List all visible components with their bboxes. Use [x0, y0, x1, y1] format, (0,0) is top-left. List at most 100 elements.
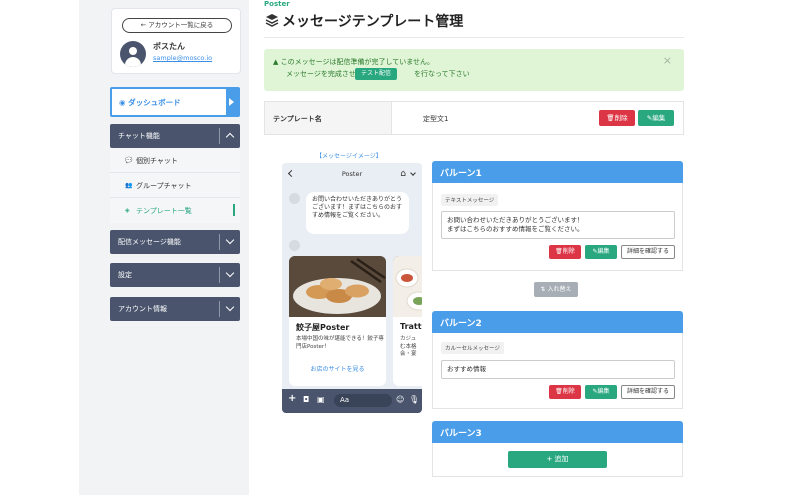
- edit-label: 編集: [597, 388, 610, 395]
- sidebar-item-label: 個別チャット: [136, 157, 178, 165]
- plus-icon: +: [288, 393, 297, 404]
- balloon-2-header: バルーン2: [432, 311, 683, 333]
- edit-balloon-button[interactable]: ✎編集: [585, 385, 617, 399]
- carousel-card: 餃子屋Poster 本場中国の味が堪能できる！餃子専門店Poster！ お店のサ…: [289, 256, 386, 386]
- home-icon: ⌂: [400, 169, 406, 179]
- dashboard-icon: ◉: [119, 98, 129, 107]
- delete-label: 削除: [562, 388, 575, 395]
- trash-icon: 🗑: [555, 248, 563, 255]
- card-title: 餃子屋Poster: [296, 323, 350, 332]
- alert-text: このメッセージは配信準備が完了していません。: [280, 58, 435, 66]
- dashboard-label: ◉ ダッシュボード: [119, 97, 181, 108]
- chevron-down-icon[interactable]: [225, 235, 235, 245]
- sidebar-item-broadcast[interactable]: 配信メッセージ機能: [110, 230, 240, 254]
- layers-icon: [265, 14, 279, 27]
- delete-balloon-button[interactable]: 🗑削除: [549, 245, 581, 259]
- message-content: おすすめ情報: [441, 360, 675, 379]
- balloon-2-body: カルーセルメッセージ おすすめ情報 🗑削除 ✎編集 詳細を確認する: [432, 333, 683, 409]
- divider: [219, 267, 220, 283]
- warning-alert: ▲ このメッセージは配信準備が完了していません。 メッセージを完成させて テスト…: [264, 49, 684, 91]
- phone-topbar: Poster ⌂: [282, 163, 422, 185]
- edit-label: 編集: [597, 248, 610, 255]
- phone-input-bar: + ◘ ▣ Aa ☺ 🎙: [282, 389, 422, 413]
- alert-line-2-post: を行なって下さい: [414, 70, 470, 78]
- alert-line-2-pre: メッセージを完成させて: [286, 70, 363, 78]
- sidebar-item-group-chat[interactable]: 👥 グループチャット: [110, 173, 240, 198]
- divider: [219, 301, 220, 317]
- template-name-row: テンプレート名 定型文1 🗑削除 ✎編集: [264, 101, 684, 135]
- sidebar-item-label: テンプレート一覧: [136, 207, 192, 215]
- swap-button[interactable]: ⇅ 入れ替え: [534, 282, 578, 297]
- user-card: ← アカウント一覧に戻る ポスたん sample@mosco.io: [111, 8, 241, 74]
- sidebar-item-template-list[interactable]: ◈ テンプレート一覧: [110, 198, 240, 223]
- balloon-title: バルーン3: [440, 429, 482, 439]
- sidebar-item-individual-chat[interactable]: 💬 個別チャット: [110, 148, 240, 173]
- card-title: Tratt: [400, 322, 422, 331]
- bot-avatar: [289, 193, 300, 204]
- template-name-header: テンプレート名: [265, 102, 392, 134]
- template-name-label: テンプレート名: [273, 115, 322, 123]
- avatar-body: [125, 57, 141, 67]
- page-title: メッセージテンプレート管理: [282, 14, 464, 30]
- balloon-1-body: テキストメッセージ お問い合わせいただきありがとうございます！ まずはこちらのお…: [432, 183, 683, 271]
- active-indicator: [233, 204, 235, 216]
- brand-label: Poster: [264, 0, 290, 8]
- balloon-title: バルーン2: [440, 319, 482, 329]
- sidebar-item-label: 配信メッセージ機能: [118, 238, 181, 246]
- alert-line-1: ▲ このメッセージは配信準備が完了していません。: [273, 57, 434, 67]
- gyoza-image: [289, 256, 386, 317]
- template-name-value: 定型文1: [423, 115, 449, 123]
- sidebar-item-chat[interactable]: チャット機能: [110, 124, 240, 148]
- carousel-card: Tratt カジュ む本格 会・宴: [393, 256, 422, 386]
- microphone-icon: 🎙: [409, 395, 420, 404]
- delete-balloon-button[interactable]: 🗑削除: [549, 385, 581, 399]
- edit-label: 編集: [652, 114, 666, 122]
- dashboard-text: ダッシュボード: [128, 98, 181, 107]
- app-root: ← アカウント一覧に戻る ポスたん sample@mosco.io ◉ ダッシュ…: [0, 0, 800, 495]
- user-name: ポスたん: [153, 42, 185, 51]
- add-balloon-button[interactable]: + 追加: [508, 451, 607, 468]
- edit-balloon-button[interactable]: ✎編集: [585, 245, 617, 259]
- test-send-button[interactable]: テスト配信: [355, 68, 397, 80]
- card-description: カジュ む本格 会・宴: [400, 336, 417, 357]
- delete-template-button[interactable]: 🗑削除: [599, 110, 635, 126]
- sidebar-item-dashboard[interactable]: ◉ ダッシュボード: [110, 87, 240, 117]
- view-details-button[interactable]: 詳細を確認する: [621, 245, 675, 259]
- close-icon[interactable]: ×: [663, 54, 672, 67]
- emoji-icon: ☺: [396, 395, 405, 404]
- balloon-title: バルーン1: [440, 169, 482, 179]
- trash-icon: 🗑: [555, 388, 563, 395]
- image-icon: ▣: [317, 395, 325, 404]
- card-link[interactable]: お店のサイトを見る: [289, 364, 386, 373]
- sidebar-item-label: グループチャット: [136, 182, 192, 190]
- warning-icon: ▲: [273, 58, 281, 66]
- balloon-1-header: バルーン1: [432, 161, 683, 183]
- chat-submenu: 💬 個別チャット 👥 グループチャット ◈ テンプレート一覧: [110, 148, 240, 223]
- balloon-3-header: バルーン3: [432, 421, 683, 443]
- back-to-accounts-button[interactable]: ← アカウント一覧に戻る: [122, 18, 232, 33]
- restaurant-image: [393, 256, 422, 317]
- divider: [219, 128, 220, 144]
- chat-bubble-icon: 💬: [125, 157, 133, 164]
- divider: [264, 37, 684, 38]
- chevron-down-icon[interactable]: [225, 268, 235, 278]
- chevron-down-icon[interactable]: [225, 302, 235, 312]
- message-type-badge: テキストメッセージ: [441, 194, 499, 206]
- phone-message-input: Aa: [334, 394, 392, 407]
- layers-icon: ◈: [125, 207, 130, 214]
- message-content: お問い合わせいただきありがとうございます！ まずはこちらのおすすめ情報をご覧くだ…: [441, 211, 675, 239]
- bot-avatar: [289, 240, 300, 251]
- user-email-link[interactable]: sample@mosco.io: [153, 54, 212, 62]
- sidebar-item-settings[interactable]: 設定: [110, 263, 240, 287]
- users-icon: 👥: [125, 182, 133, 189]
- phone-preview: Poster ⌂ お問い合わせいただきありがとうございます！まずはこちらのおすす…: [282, 163, 422, 413]
- text-bubble: お問い合わせいただきありがとうございます！まずはこちらのおすすめ情報をご覧くださ…: [306, 192, 409, 234]
- camera-icon: ◘: [303, 395, 310, 404]
- sidebar-item-label: チャット機能: [118, 132, 160, 140]
- avatar: [120, 41, 146, 67]
- chevron-up-icon[interactable]: [225, 132, 235, 142]
- edit-template-button[interactable]: ✎編集: [638, 110, 674, 126]
- view-details-button[interactable]: 詳細を確認する: [621, 385, 675, 399]
- sidebar-item-account[interactable]: アカウント情報: [110, 297, 240, 321]
- message-type-badge: カルーセルメッセージ: [441, 342, 504, 354]
